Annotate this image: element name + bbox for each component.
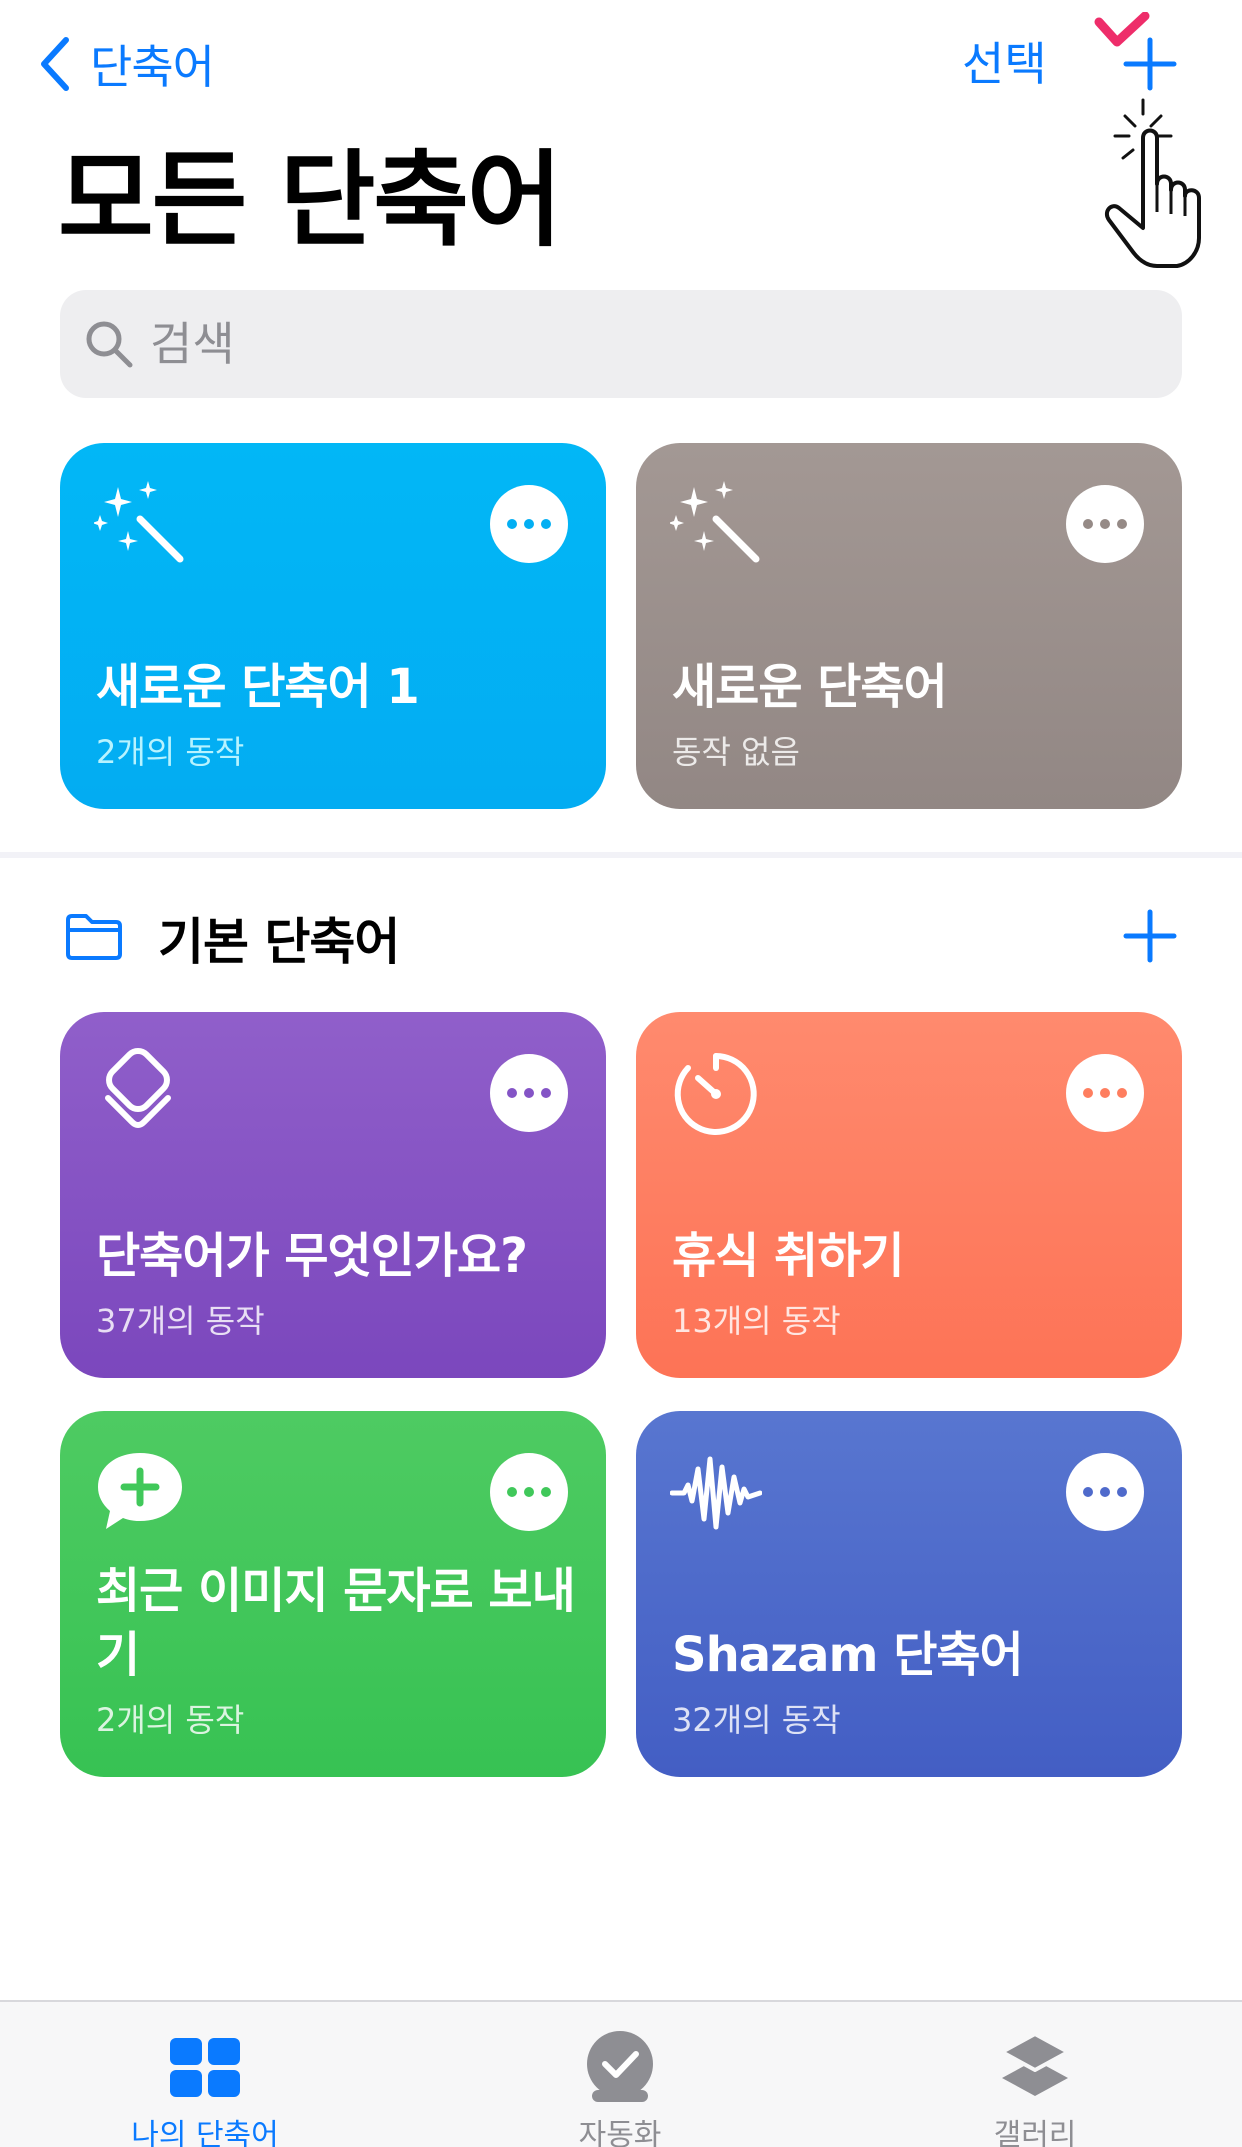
more-dot (524, 1487, 534, 1497)
more-dot (1117, 1487, 1127, 1497)
tab-label: 자동화 (578, 2118, 662, 2147)
shortcut-action-count: 2개의 동작 (96, 1701, 245, 1739)
shortcut-action-count: 32개의 동작 (672, 1701, 841, 1739)
more-dot (1100, 1487, 1110, 1497)
tab-bar: 나의 단축어 자동화 갤러리 (0, 2000, 1242, 2147)
more-button[interactable] (490, 485, 568, 563)
tab-label: 갤러리 (993, 2118, 1077, 2147)
folder-icon (66, 914, 122, 960)
more-dot (1117, 519, 1127, 529)
page-title: 모든 단축어 (58, 139, 563, 261)
tab-gallery[interactable]: 갤러리 (885, 2002, 1185, 2147)
message-plus-icon (98, 1453, 182, 1529)
section-divider (0, 852, 1242, 858)
shortcut-tile[interactable]: 새로운 단축어 동작 없음 (636, 443, 1182, 809)
more-dot (1083, 1487, 1093, 1497)
tab-label: 나의 단축어 (131, 2118, 279, 2147)
timer-icon (674, 1053, 757, 1135)
more-button[interactable] (1066, 1054, 1144, 1132)
shortcut-action-count: 동작 없음 (672, 733, 800, 771)
shortcut-title: 새로운 단축어 1 (96, 659, 420, 715)
more-dot (1083, 519, 1093, 529)
add-to-folder-button[interactable] (1122, 908, 1178, 964)
more-dot (541, 1088, 551, 1098)
shortcut-title: 새로운 단축어 (672, 659, 948, 715)
more-dot (541, 1487, 551, 1497)
back-button[interactable]: 단축어 (36, 34, 215, 94)
shortcut-title: 최근 이미지 문자로 보내기 (96, 1563, 576, 1683)
more-dot (507, 519, 517, 529)
more-button[interactable] (490, 1453, 568, 1531)
shortcut-title: 휴식 취하기 (672, 1228, 905, 1284)
shortcut-action-count: 2개의 동작 (96, 733, 245, 771)
shortcut-action-count: 13개의 동작 (672, 1302, 841, 1340)
stack-icon (1000, 2032, 1070, 2096)
checkmark-circle-icon (587, 2031, 653, 2102)
tab-automation[interactable]: 자동화 (470, 2002, 770, 2147)
shortcut-tile[interactable]: 휴식 취하기 13개의 동작 (636, 1012, 1182, 1378)
more-button[interactable] (1066, 1453, 1144, 1531)
magnifier-icon (86, 321, 133, 368)
tab-my-shortcuts[interactable]: 나의 단축어 (55, 2002, 355, 2147)
more-button[interactable] (1066, 485, 1144, 563)
more-dot (507, 1487, 517, 1497)
tap-hand-hint-icon (1094, 12, 1201, 268)
shortcut-action-count: 37개의 동작 (96, 1302, 265, 1340)
search-bar[interactable] (60, 290, 1182, 398)
shortcut-title: Shazam 단축어 (672, 1627, 1024, 1683)
chevron-left-icon (41, 37, 69, 91)
shortcut-tile[interactable]: Shazam 단축어 32개의 동작 (636, 1411, 1182, 1777)
waveform-icon (670, 1456, 762, 1530)
shortcut-tile[interactable]: 새로운 단축어 1 2개의 동작 (60, 443, 606, 809)
more-dot (507, 1088, 517, 1098)
more-dot (524, 519, 534, 529)
search-input[interactable] (150, 317, 1050, 371)
more-dot (1083, 1088, 1093, 1098)
more-dot (1100, 519, 1110, 529)
magic-wand-icon (670, 481, 760, 563)
more-dot (1100, 1088, 1110, 1098)
shortcut-title: 단축어가 무엇인가요? (96, 1228, 528, 1284)
more-dot (524, 1088, 534, 1098)
layers-icon (105, 1048, 171, 1128)
grid-icon (170, 2038, 240, 2097)
magic-wand-icon (94, 481, 184, 563)
shortcut-tile[interactable]: 최근 이미지 문자로 보내기 2개의 동작 (60, 1411, 606, 1777)
more-button[interactable] (490, 1054, 568, 1132)
more-dot (541, 519, 551, 529)
back-button-label: 단축어 (90, 40, 215, 94)
shortcut-tile[interactable]: 단축어가 무엇인가요? 37개의 동작 (60, 1012, 606, 1378)
more-dot (1117, 1088, 1127, 1098)
select-button[interactable]: 선택 (962, 34, 1047, 94)
folder-title: 기본 단축어 (158, 913, 400, 971)
